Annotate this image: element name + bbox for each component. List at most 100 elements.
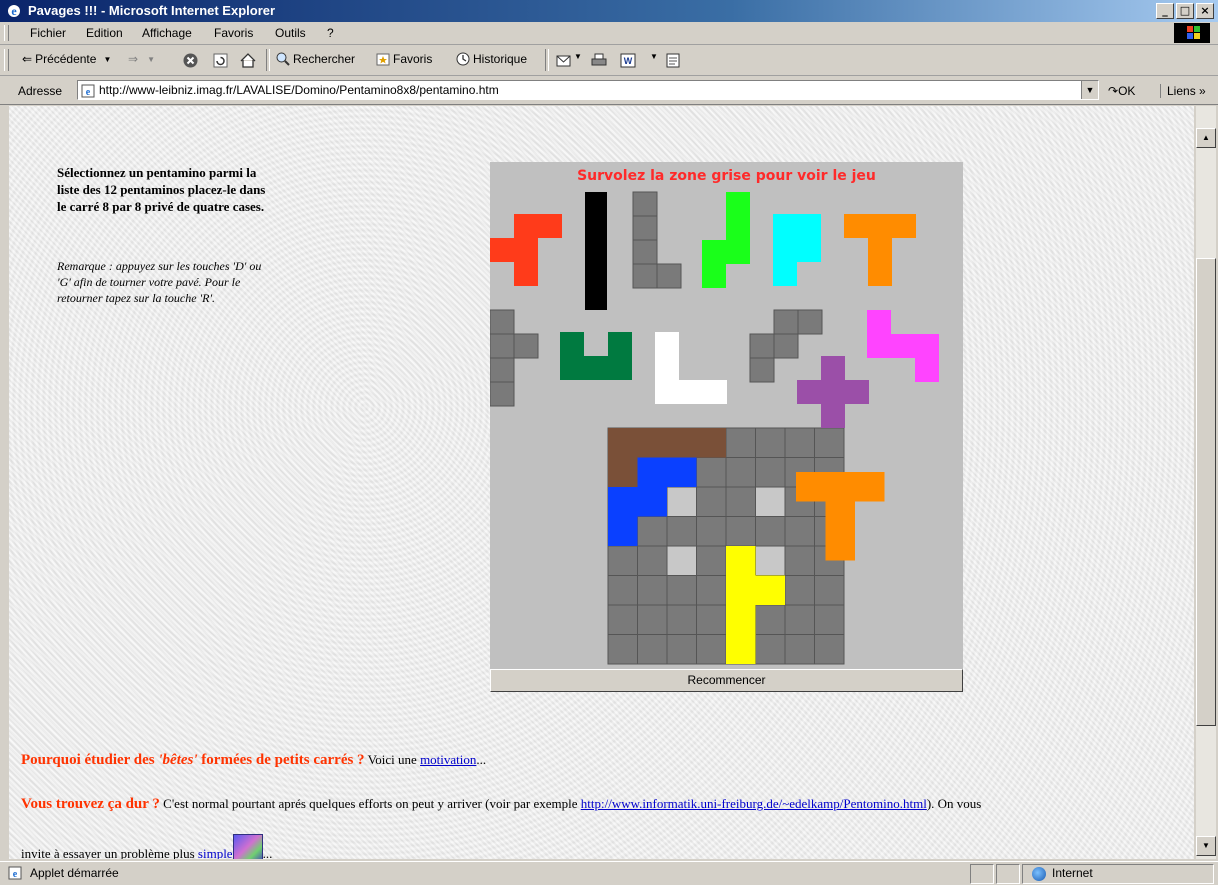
piece-white[interactable] bbox=[655, 356, 679, 380]
piece-purple[interactable] bbox=[845, 380, 869, 404]
piece-orange[interactable] bbox=[892, 214, 916, 238]
piece-red[interactable] bbox=[514, 262, 538, 286]
piece-orange-floating[interactable] bbox=[825, 472, 856, 502]
minimize-button[interactable]: _ bbox=[1156, 3, 1174, 19]
piece-yellow[interactable] bbox=[726, 575, 756, 606]
piece-purple[interactable] bbox=[797, 380, 821, 404]
close-button[interactable]: × bbox=[1196, 3, 1214, 19]
restart-button[interactable]: Recommencer bbox=[490, 669, 963, 692]
piece-red[interactable] bbox=[514, 238, 538, 262]
piece-yellow[interactable] bbox=[726, 605, 756, 635]
forward-button[interactable]: ⇒ ▼ bbox=[128, 52, 155, 66]
board-cell[interactable] bbox=[784, 634, 815, 665]
piece-darkgreen[interactable] bbox=[608, 356, 632, 380]
discuss-icon[interactable] bbox=[666, 53, 680, 68]
board-cell[interactable] bbox=[784, 575, 815, 606]
piece-gray-w[interactable] bbox=[797, 309, 823, 335]
piece-yellow[interactable] bbox=[726, 634, 756, 665]
board-cell[interactable] bbox=[755, 604, 786, 635]
piece-blue[interactable] bbox=[608, 516, 638, 547]
piece-cyan[interactable] bbox=[797, 238, 821, 262]
board-hole[interactable] bbox=[666, 545, 697, 576]
piece-gray-w[interactable] bbox=[773, 309, 799, 335]
piece-black[interactable] bbox=[585, 192, 607, 310]
board-cell[interactable] bbox=[666, 604, 697, 635]
piece-magenta[interactable] bbox=[867, 334, 891, 358]
piece-magenta[interactable] bbox=[915, 334, 939, 358]
board-cell[interactable] bbox=[784, 545, 815, 576]
board-cell[interactable] bbox=[696, 516, 727, 547]
piece-purple[interactable] bbox=[821, 380, 845, 404]
piece-magenta[interactable] bbox=[915, 358, 939, 382]
piece-magenta[interactable] bbox=[867, 310, 891, 334]
piece-white[interactable] bbox=[655, 380, 679, 404]
print-icon[interactable] bbox=[591, 53, 607, 68]
board-cell[interactable] bbox=[696, 457, 727, 488]
board-cell[interactable] bbox=[637, 634, 668, 665]
board-cell[interactable] bbox=[696, 486, 727, 517]
word-edit-icon[interactable]: W bbox=[620, 53, 636, 68]
piece-gray-y[interactable] bbox=[490, 309, 515, 335]
board-cell[interactable] bbox=[666, 575, 697, 606]
scroll-thumb[interactable] bbox=[1196, 258, 1216, 726]
history-button[interactable]: Historique bbox=[456, 52, 527, 66]
motivation-link[interactable]: motivation bbox=[420, 752, 476, 767]
piece-orange-floating[interactable] bbox=[825, 501, 856, 532]
piece-brown[interactable] bbox=[608, 428, 726, 458]
board-cell[interactable] bbox=[755, 516, 786, 547]
piece-gray-l[interactable] bbox=[632, 263, 658, 289]
piece-magenta[interactable] bbox=[891, 334, 915, 358]
piece-gray-l[interactable] bbox=[632, 215, 658, 241]
scroll-up-button[interactable]: ▲ bbox=[1196, 128, 1216, 148]
piece-cyan[interactable] bbox=[773, 238, 797, 262]
piece-darkgreen[interactable] bbox=[584, 356, 608, 380]
piece-blue[interactable] bbox=[637, 487, 668, 517]
piece-green[interactable] bbox=[726, 192, 750, 216]
menu-help[interactable]: ? bbox=[327, 26, 334, 40]
board-cell[interactable] bbox=[814, 634, 845, 665]
piece-orange-floating[interactable] bbox=[855, 472, 885, 502]
board-cell[interactable] bbox=[784, 516, 815, 547]
piece-green[interactable] bbox=[726, 240, 750, 264]
board-cell[interactable] bbox=[607, 634, 638, 665]
chevron-down-icon[interactable]: ▼ bbox=[574, 52, 582, 61]
board-cell[interactable] bbox=[725, 427, 756, 458]
refresh-icon[interactable] bbox=[213, 53, 228, 68]
piece-gray-y[interactable] bbox=[490, 333, 515, 359]
simple-thumbnail-icon[interactable] bbox=[232, 834, 263, 859]
stop-icon[interactable] bbox=[183, 53, 198, 68]
board-cell[interactable] bbox=[666, 634, 697, 665]
piece-red[interactable] bbox=[490, 238, 514, 262]
board-cell[interactable] bbox=[755, 457, 786, 488]
board-cell[interactable] bbox=[696, 604, 727, 635]
address-input[interactable]: e http://www-leibniz.imag.fr/LAVALISE/Dom… bbox=[77, 80, 1099, 100]
maximize-button[interactable]: □ bbox=[1176, 3, 1194, 19]
piece-cyan[interactable] bbox=[773, 214, 797, 238]
menu-favoris[interactable]: Favoris bbox=[214, 26, 253, 40]
piece-red[interactable] bbox=[538, 214, 562, 238]
piece-darkgreen[interactable] bbox=[560, 332, 584, 356]
piece-gray-y[interactable] bbox=[490, 381, 515, 407]
back-button[interactable]: ⇐ Précédente ▼ bbox=[22, 52, 111, 66]
piece-green[interactable] bbox=[702, 240, 726, 264]
board-cell[interactable] bbox=[814, 604, 845, 635]
piece-orange[interactable] bbox=[868, 214, 892, 238]
piece-white[interactable] bbox=[679, 380, 703, 404]
board-cell[interactable] bbox=[784, 427, 815, 458]
home-icon[interactable] bbox=[240, 53, 256, 68]
piece-green[interactable] bbox=[726, 216, 750, 240]
piece-blue[interactable] bbox=[667, 457, 697, 488]
piece-orange[interactable] bbox=[868, 262, 892, 286]
scroll-down-button[interactable]: ▼ bbox=[1196, 836, 1216, 856]
board-cell[interactable] bbox=[784, 604, 815, 635]
piece-cyan[interactable] bbox=[797, 214, 821, 238]
board-cell[interactable] bbox=[637, 545, 668, 576]
pentamino-applet[interactable]: Survolez la zone grise pour voir le jeu … bbox=[490, 162, 963, 692]
board-cell[interactable] bbox=[755, 634, 786, 665]
piece-cyan[interactable] bbox=[773, 262, 797, 286]
board-cell[interactable] bbox=[725, 516, 756, 547]
menu-fichier[interactable]: Fichier bbox=[30, 26, 66, 40]
piece-orange-floating[interactable] bbox=[825, 531, 856, 561]
piece-green[interactable] bbox=[702, 264, 726, 288]
piece-white[interactable] bbox=[703, 380, 727, 404]
